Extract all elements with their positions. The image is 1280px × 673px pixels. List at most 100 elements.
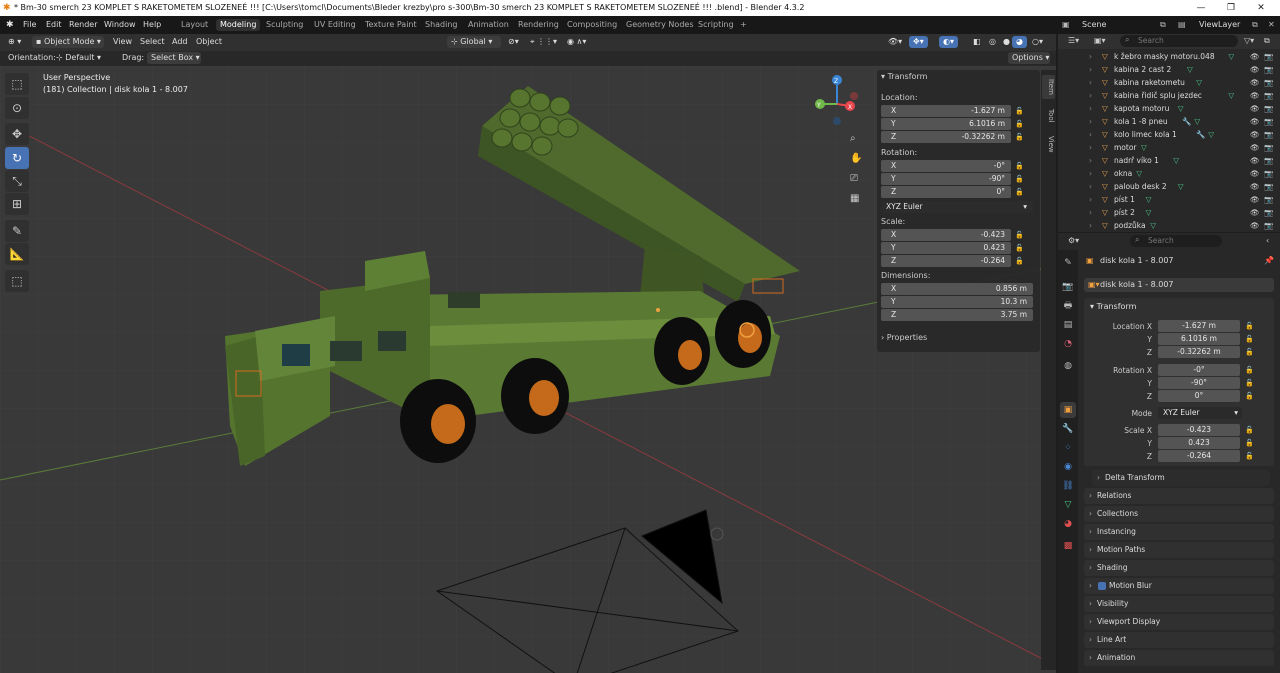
render-camera-icon[interactable]: 📷 — [1264, 50, 1273, 63]
orientation-dropdown[interactable]: ⊹ Default ▾ — [52, 52, 120, 64]
lock-icon[interactable]: 🔓 — [1245, 379, 1254, 387]
menu-add[interactable]: Add — [168, 36, 192, 48]
render-camera-icon[interactable]: 📷 — [1264, 63, 1273, 76]
dimensions-y-field[interactable]: Y 10.3 m — [881, 296, 1033, 308]
rotation-z-field[interactable]: Z 0° — [881, 186, 1011, 198]
render-camera-icon[interactable]: 📷 — [1264, 102, 1273, 115]
eye-icon[interactable]: 👁 — [1250, 115, 1260, 128]
view-layer-properties-icon[interactable]: ▤ — [1060, 317, 1076, 333]
object-name-field[interactable]: ▣▾ disk kola 1 - 8.007 — [1084, 278, 1274, 292]
tab-scripting[interactable]: Scripting — [694, 19, 738, 31]
section-motion-blur[interactable]: › Motion Blur — [1084, 578, 1274, 594]
tab-shading[interactable]: Shading — [421, 19, 462, 31]
expand-arrow-icon[interactable]: › — [1089, 63, 1092, 76]
eye-icon[interactable]: 👁 — [1250, 219, 1260, 232]
outliner-item[interactable]: › ▽ motor 👁 📷 ▽ — [1058, 141, 1280, 154]
menu-select[interactable]: Select — [136, 36, 169, 48]
outliner-item[interactable]: › ▽ kapota motoru 👁 📷 ▽ — [1058, 102, 1280, 115]
gizmo-toggle-icon[interactable]: ✥▾ — [909, 36, 928, 48]
section-line-art[interactable]: › Line Art — [1084, 632, 1274, 648]
outliner-item[interactable]: › ▽ kolo limec kola 1 👁 📷 🔧 ▽ — [1058, 128, 1280, 141]
filter-icon[interactable]: ▽▾ — [1244, 36, 1254, 45]
menu-render[interactable]: Render — [69, 19, 97, 31]
expand-arrow-icon[interactable]: › — [1089, 115, 1092, 128]
editor-type-icon[interactable]: ⊕ ▾ — [4, 36, 25, 48]
outliner-item[interactable]: › ▽ nadrř víko 1 👁 📷 ▽ — [1058, 154, 1280, 167]
tab-rendering[interactable]: Rendering — [514, 19, 563, 31]
eye-icon[interactable]: 👁 — [1250, 206, 1260, 219]
eye-icon[interactable]: 👁 — [1250, 50, 1260, 63]
motion-blur-checkbox[interactable] — [1098, 582, 1106, 590]
location-y-field[interactable]: Y 6.1016 m — [881, 118, 1011, 130]
options-dropdown[interactable]: Options ▾ — [1008, 52, 1050, 64]
location-x-field[interactable]: X -1.627 m — [881, 105, 1011, 117]
eye-icon[interactable]: 👁 — [1250, 63, 1260, 76]
menu-window[interactable]: Window — [104, 19, 136, 31]
tab-texture-paint[interactable]: Texture Paint — [361, 19, 421, 31]
material-properties-icon[interactable]: ◕ — [1060, 516, 1076, 532]
expand-arrow-icon[interactable]: › — [1089, 141, 1092, 154]
lock-icon[interactable]: 🔓 — [1245, 452, 1254, 460]
visibility-icon[interactable]: 👁▾ — [884, 36, 906, 48]
outliner-search-input[interactable]: ⌕ Search — [1120, 35, 1238, 47]
lock-icon[interactable]: 🔓 — [1015, 133, 1024, 141]
eye-icon[interactable]: 👁 — [1250, 128, 1260, 141]
tab-modeling[interactable]: Modeling — [216, 19, 261, 31]
tab-animation[interactable]: Animation — [464, 19, 513, 31]
rotate-tool[interactable]: ↻ — [5, 147, 29, 169]
tab-item[interactable]: Item — [1042, 75, 1055, 99]
scale-tool[interactable]: ⤡ — [5, 170, 29, 192]
lock-icon[interactable]: 🔓 — [1015, 175, 1024, 183]
properties-panel-header[interactable]: › Properties — [881, 333, 927, 342]
properties-editor-icon[interactable]: ⚙▾ — [1068, 236, 1079, 245]
expand-arrow-icon[interactable]: › — [1089, 167, 1092, 180]
scene-selector[interactable]: Scene — [1082, 19, 1106, 31]
section-visibility[interactable]: › Visibility — [1084, 596, 1274, 612]
expand-arrow-icon[interactable]: › — [1089, 206, 1092, 219]
tab-uv-editing[interactable]: UV Editing — [310, 19, 360, 31]
lock-icon[interactable]: 🔓 — [1245, 439, 1254, 447]
lock-icon[interactable]: 🔓 — [1015, 107, 1024, 115]
expand-arrow-icon[interactable]: › — [1089, 50, 1092, 63]
eye-icon[interactable]: 👁 — [1250, 141, 1260, 154]
lock-icon[interactable]: 🔓 — [1245, 366, 1254, 374]
lock-icon[interactable]: 🔓 — [1245, 426, 1254, 434]
zoom-icon[interactable]: ⌕ — [850, 133, 856, 144]
eye-icon[interactable]: 👁 — [1250, 180, 1260, 193]
properties-search-input[interactable]: ⌕ Search — [1130, 235, 1222, 247]
render-camera-icon[interactable]: 📷 — [1264, 154, 1273, 167]
delta-transform-section[interactable]: › Delta Transform — [1092, 470, 1270, 486]
eye-icon[interactable]: 👁 — [1250, 167, 1260, 180]
transform-section-header[interactable]: ▾ Transform — [1090, 302, 1136, 311]
add-workspace-button[interactable]: + — [736, 19, 751, 31]
move-tool[interactable]: ✥ — [5, 123, 29, 145]
prop-location-z-field[interactable]: -0.32262 m — [1158, 346, 1240, 358]
transform-panel-header[interactable]: ▾ Transform — [881, 72, 927, 81]
pin-icon[interactable]: 📌 — [1264, 256, 1274, 265]
prop-rotation-y-field[interactable]: -90° — [1158, 377, 1240, 389]
eye-icon[interactable]: 👁 — [1250, 76, 1260, 89]
collapse-icon[interactable]: ‹ — [1266, 236, 1269, 245]
pan-hand-icon[interactable]: ✋ — [850, 151, 862, 164]
object-mode-dropdown[interactable]: ▪ Object Mode ▾ — [32, 36, 104, 48]
cursor-tool[interactable]: ⊙ — [5, 97, 29, 119]
render-camera-icon[interactable]: 📷 — [1264, 180, 1273, 193]
prop-rotation-x-field[interactable]: -0° — [1158, 364, 1240, 376]
outliner-item[interactable]: › ▽ kola 1 -8 pneu 👁 📷 🔧 ▽ — [1058, 115, 1280, 128]
measure-tool[interactable]: 📐 — [5, 243, 29, 265]
perspective-grid-icon[interactable]: ▦ — [850, 193, 859, 204]
physics-properties-icon[interactable]: ◉ — [1060, 459, 1076, 475]
drag-dropdown[interactable]: Select Box ▾ — [147, 52, 201, 64]
scene-properties-icon[interactable]: ◔ — [1060, 336, 1076, 352]
lock-icon[interactable]: 🔓 — [1015, 231, 1024, 239]
expand-arrow-icon[interactable]: › — [1089, 76, 1092, 89]
dimensions-x-field[interactable]: X 0.856 m — [881, 283, 1033, 295]
pivot-point-icon[interactable]: ⊘▾ — [504, 36, 523, 48]
prop-scale-y-field[interactable]: 0.423 — [1158, 437, 1240, 449]
section-motion-paths[interactable]: › Motion Paths — [1084, 542, 1274, 558]
minimize-button[interactable]: — — [1186, 0, 1216, 16]
scale-y-field[interactable]: Y 0.423 — [881, 242, 1011, 254]
scale-x-field[interactable]: X -0.423 — [881, 229, 1011, 241]
section-relations[interactable]: › Relations — [1084, 488, 1274, 504]
output-properties-icon[interactable]: 🖶 — [1060, 298, 1076, 314]
